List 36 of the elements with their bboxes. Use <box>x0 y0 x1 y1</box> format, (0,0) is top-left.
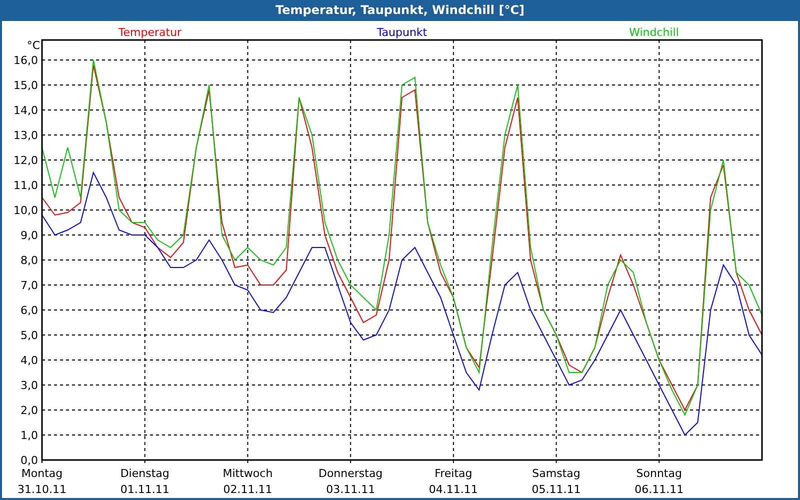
y-tick-label: 9,0 <box>20 229 38 242</box>
x-tick-label: Dienstag <box>120 467 170 480</box>
y-tick-label: 4,0 <box>20 354 38 367</box>
x-tick-label: Samstag <box>532 467 580 480</box>
y-tick-label: 2,0 <box>20 404 38 417</box>
x-tick-label: Donnerstag <box>318 467 383 480</box>
x-date-label: 01.11.11 <box>120 483 170 496</box>
y-tick-label: 13,0 <box>14 129 38 142</box>
legend-label: Windchill <box>629 26 679 39</box>
y-tick-label: 12,0 <box>14 154 38 167</box>
y-tick-label: 10,0 <box>14 204 38 217</box>
y-tick-label: 15,0 <box>14 79 38 92</box>
legend-label: Temperatur <box>118 26 182 39</box>
x-date-label: 05.11.11 <box>532 483 581 496</box>
y-tick-label: 6,0 <box>20 304 38 317</box>
y-tick-label: 1,0 <box>20 429 38 442</box>
y-tick-label: 5,0 <box>20 329 38 342</box>
x-date-label: 06.11.11 <box>634 483 684 496</box>
y-tick-label: 0,0 <box>20 454 38 467</box>
x-tick-label: Freitag <box>434 467 472 480</box>
x-date-label: 04.11.11 <box>428 483 478 496</box>
legend-label: Taupunkt <box>376 26 428 39</box>
x-date-label: 03.11.11 <box>326 483 376 496</box>
y-tick-label: 3,0 <box>20 379 38 392</box>
y-tick-label: 11,0 <box>14 179 38 192</box>
y-tick-label: 16,0 <box>14 54 38 67</box>
y-tick-label: 8,0 <box>20 254 38 267</box>
y-tick-label: 7,0 <box>20 279 38 292</box>
y-tick-label: 14,0 <box>14 104 38 117</box>
x-tick-label: Montag <box>21 467 63 480</box>
x-date-label: 02.11.11 <box>223 483 272 496</box>
x-date-label: 31.10.11 <box>18 483 66 496</box>
x-tick-label: Sonntag <box>636 467 682 480</box>
window-title: Temperatur, Taupunkt, Windchill [°C] <box>274 2 526 19</box>
x-tick-label: Mittwoch <box>222 467 273 480</box>
y-axis-unit: °C <box>26 39 40 52</box>
